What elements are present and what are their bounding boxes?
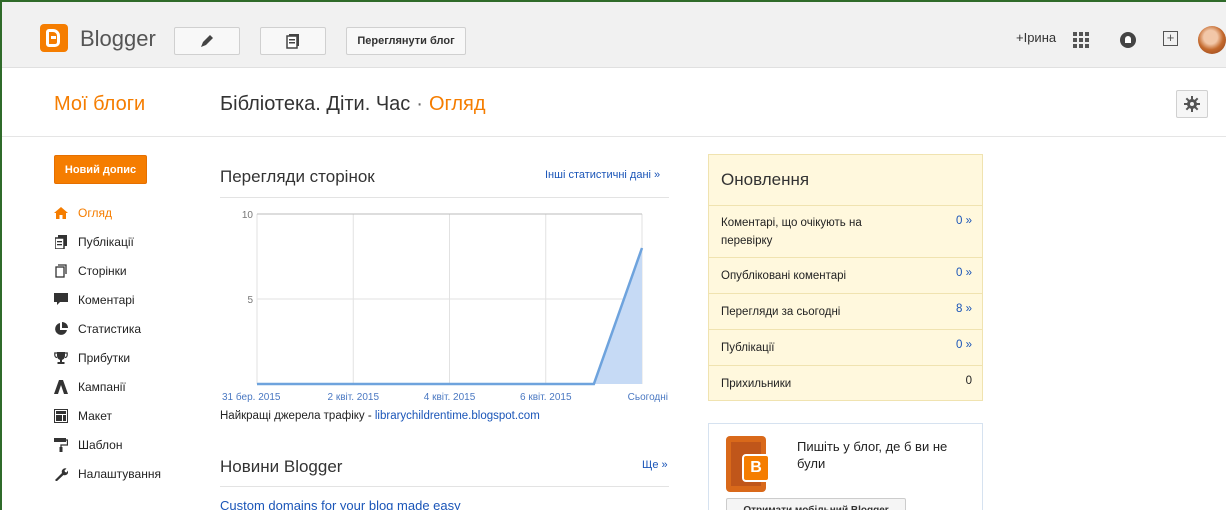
sidebar-item-label: Прибутки [78, 350, 131, 365]
share-plus-icon[interactable]: + [1163, 31, 1178, 46]
pageviews-heading: Перегляди сторінок [220, 167, 375, 186]
blog-name[interactable]: Бібліотека. Діти. Час [220, 93, 410, 115]
traffic-label: Найкращі джерела трафіку - [220, 410, 375, 422]
updates-row[interactable]: Опубліковані коментарі 0 » [709, 257, 982, 293]
posts-copy-button[interactable] [260, 27, 326, 55]
trophy-icon [54, 351, 68, 365]
sidebar-item-label: Статистика [78, 321, 142, 336]
app-name[interactable]: Blogger [80, 26, 156, 52]
gear-icon [1184, 96, 1200, 112]
pageviews-chart: 5 10 31 бер. 2015 2 квіт. 2015 4 квіт. 2015 6… [222, 210, 668, 403]
sidebar-item-layout[interactable]: Макет [54, 401, 204, 430]
sidebar-item-posts[interactable]: Публікації [54, 227, 204, 256]
updates-row-label: Прихильники [721, 378, 792, 390]
sidebar-item-comments[interactable]: Коментарі [54, 285, 204, 314]
sidebar-item-template[interactable]: Шаблон [54, 430, 204, 459]
title-separator: · [416, 93, 423, 115]
get-mobile-blogger-button[interactable]: Отримати мобільний Blogger [726, 498, 906, 510]
home-icon [54, 206, 68, 220]
traffic-sources: Найкращі джерела трафіку - librarychildr… [220, 410, 540, 422]
y-tick-label: 5 [247, 295, 253, 306]
posts-icon [54, 234, 68, 249]
divider [220, 197, 669, 198]
updates-row: Прихильники 0 [709, 365, 982, 401]
sidebar-item-label: Налаштування [78, 466, 161, 481]
updates-row-value[interactable]: 0 » [956, 215, 972, 227]
updates-heading: Оновлення [721, 170, 810, 189]
settings-gear-button[interactable] [1176, 90, 1208, 118]
section-name: Огляд [428, 93, 486, 115]
notifications-icon[interactable] [1120, 32, 1136, 48]
updates-panel: Оновлення Коментарі, що очікують на пере… [708, 154, 983, 401]
news-heading: Новини Blogger [220, 457, 343, 476]
updates-row-value[interactable]: 0 » [956, 339, 972, 351]
app-frame: Blogger Переглянути блог +Ірина + Мої бл… [0, 0, 1226, 510]
x-tick-label: 2 квіт. 2015 [327, 392, 379, 403]
user-profile-link[interactable]: +Ірина [1016, 30, 1056, 45]
view-blog-button[interactable]: Переглянути блог [346, 27, 466, 55]
stats-pie-icon [54, 321, 68, 336]
updates-row[interactable]: Публікації 0 » [709, 329, 982, 365]
paint-roller-icon [54, 437, 68, 452]
my-blogs-link[interactable]: Мої блоги [54, 93, 145, 116]
pencil-icon [201, 35, 213, 47]
updates-row-value[interactable]: 0 » [956, 267, 972, 279]
sidebar-item-label: Коментарі [78, 292, 135, 307]
sidebar-item-stats[interactable]: Статистика [54, 314, 204, 343]
page-title: Бібліотека. Діти. Час · Огляд [220, 93, 486, 116]
mobile-promo: B Пишіть у блог, де б ви не були Отримат… [708, 423, 983, 510]
sidebar-item-label: Макет [78, 408, 112, 423]
sidebar-item-label: Сторінки [78, 263, 127, 278]
sidebar-nav: Огляд Публікації Сторінки Коментарі Стат… [54, 198, 204, 488]
pages-icon [54, 263, 68, 278]
sidebar-item-earnings[interactable]: Прибутки [54, 343, 204, 372]
x-tick-label: 4 квіт. 2015 [424, 392, 476, 403]
blog-header: Мої блоги Бібліотека. Діти. Час · Огляд [2, 69, 1226, 137]
updates-row-label: Перегляди за сьогодні [721, 306, 841, 318]
news-more-link[interactable]: Ще » [642, 459, 668, 471]
updates-row-label: Публікації [721, 342, 775, 354]
x-tick-label: 6 квіт. 2015 [520, 392, 572, 403]
new-post-button[interactable]: Новий допис [54, 155, 147, 184]
sidebar-item-label: Кампанії [78, 379, 126, 394]
sidebar-item-settings[interactable]: Налаштування [54, 459, 204, 488]
sidebar-item-label: Шаблон [78, 437, 123, 452]
updates-row[interactable]: Коментарі, що очікують на перевірку 0 » [709, 205, 982, 257]
divider [220, 486, 669, 487]
top-bar: Blogger Переглянути блог +Ірина + [2, 2, 1226, 68]
updates-row-label: Опубліковані коментарі [721, 270, 847, 282]
y-tick-label: 10 [242, 210, 254, 221]
sidebar-item-label: Огляд [78, 205, 112, 220]
mobile-blogger-icon: B [726, 436, 770, 492]
apps-grid-icon[interactable] [1073, 32, 1089, 48]
sidebar-item-campaigns[interactable]: Кампанії [54, 372, 204, 401]
layout-icon [54, 408, 68, 423]
sidebar-item-overview[interactable]: Огляд [54, 198, 204, 227]
sidebar-item-label: Публікації [78, 234, 134, 249]
updates-row-value[interactable]: 8 » [956, 303, 972, 315]
more-stats-link[interactable]: Інші статистичні дані » [545, 169, 660, 181]
campaigns-icon [54, 379, 68, 394]
avatar[interactable] [1198, 26, 1226, 54]
comments-icon [54, 293, 68, 307]
blogger-logo-icon[interactable] [40, 24, 68, 52]
updates-row[interactable]: Перегляди за сьогодні 8 » [709, 293, 982, 329]
sidebar-item-pages[interactable]: Сторінки [54, 256, 204, 285]
promo-text: Пишіть у блог, де б ви не були [797, 439, 948, 471]
updates-row-value: 0 [965, 375, 972, 387]
traffic-source-link[interactable]: librarychildrentime.blogspot.com [375, 410, 540, 422]
x-tick-label: Сьогодні [628, 392, 668, 403]
x-tick-label: 31 бер. 2015 [222, 391, 281, 403]
news-item-link[interactable]: Custom domains for your blog made easy [220, 498, 461, 510]
new-post-pencil-button[interactable] [174, 27, 240, 55]
wrench-icon [54, 467, 68, 481]
updates-row-label: Коментарі, що очікують на перевірку [721, 217, 862, 247]
copy-icon [286, 34, 299, 49]
